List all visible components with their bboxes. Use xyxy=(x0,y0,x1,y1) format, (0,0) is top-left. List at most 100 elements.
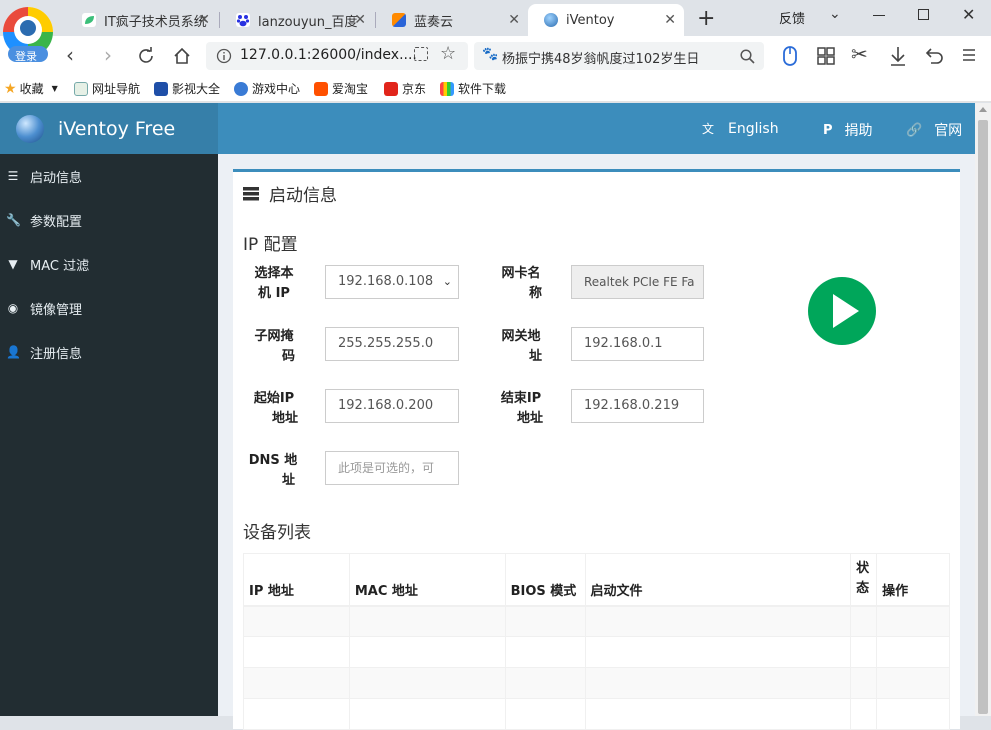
iventoy-globe-logo xyxy=(16,114,44,143)
menu-dropdown-icon[interactable]: ⌄ xyxy=(829,6,841,22)
bookmark-taobao[interactable]: 爱淘宝 xyxy=(314,80,368,97)
bookmark-software[interactable]: 软件下载 xyxy=(440,80,506,97)
brand-name: iVentoy Free xyxy=(58,117,176,140)
home-icon[interactable] xyxy=(172,46,192,66)
gateway-label: 网关地 址 xyxy=(491,327,551,367)
search-bar[interactable]: 🐾 杨振宁携48岁翁帆度过102岁生日 xyxy=(474,42,764,70)
nic-name-field: Realtek PCIe FE Fa xyxy=(571,265,704,299)
sidebar-item-boot-info[interactable]: ☰ 启动信息 xyxy=(0,154,218,198)
search-icon[interactable] xyxy=(740,49,755,64)
new-tab-button[interactable]: + xyxy=(697,6,715,31)
page-scrollbar[interactable] xyxy=(975,103,991,716)
label-line: DNS 地 xyxy=(248,453,298,468)
subnet-mask-input[interactable]: 255.255.255.0 xyxy=(325,327,459,361)
wrench-icon: 🔧 xyxy=(6,213,21,227)
english-link[interactable]: 文 English xyxy=(702,120,779,137)
undo-icon[interactable] xyxy=(925,47,945,65)
dns-input[interactable]: 此项是可选的，可 xyxy=(325,451,459,485)
bookmark-label: 收藏 xyxy=(19,82,44,96)
gateway-input[interactable]: 192.168.0.1 xyxy=(571,327,704,361)
tab-lanzou-cloud[interactable]: 蓝奏云 ✕ xyxy=(376,4,528,36)
dns-placeholder: 此项是可选的，可 xyxy=(338,461,435,475)
nav-icon xyxy=(74,81,88,96)
sidebar-item-label: 镜像管理 xyxy=(30,302,83,318)
nic-name-label: 网卡名 称 xyxy=(491,264,551,304)
close-tab-icon[interactable]: ✕ xyxy=(198,12,210,28)
label-line: 网关地 xyxy=(501,329,541,344)
reload-icon[interactable] xyxy=(137,47,155,65)
address-bar[interactable]: 127.0.0.1:26000/index.... ☆ xyxy=(206,42,468,70)
maximize-icon[interactable] xyxy=(918,9,929,20)
bookmark-label: 爱淘宝 xyxy=(332,82,369,96)
sidebar-item-mac-filter[interactable]: ▼ MAC 过滤 xyxy=(0,242,218,286)
close-tab-icon[interactable]: ✕ xyxy=(354,12,366,28)
software-icon xyxy=(440,81,454,96)
sidebar-item-image-mgmt[interactable]: ◉ 镜像管理 xyxy=(0,286,218,330)
donate-link[interactable]: P 捐助 xyxy=(823,120,873,140)
start-ip-input[interactable]: 192.168.0.200 xyxy=(325,389,459,423)
device-list-heading: 设备列表 xyxy=(243,523,311,543)
col-action-header: 操作 xyxy=(876,553,950,607)
close-tab-icon[interactable]: ✕ xyxy=(664,12,676,28)
scissors-icon[interactable]: ✂ xyxy=(851,42,868,66)
website-link[interactable]: 🔗 官网 xyxy=(906,120,962,140)
scrollbar-thumb[interactable] xyxy=(978,120,988,714)
sidebar-item-config[interactable]: 🔧 参数配置 xyxy=(0,198,218,242)
start-service-button[interactable] xyxy=(808,277,876,345)
end-ip-label: 结束IP 地址 xyxy=(491,389,551,429)
col-status-header: 状 态 xyxy=(850,553,878,607)
scrollbar-up-icon[interactable] xyxy=(979,107,987,112)
header-line: 状 xyxy=(856,560,870,576)
local-ip-select[interactable]: 192.168.0.108 ⌄ xyxy=(325,265,459,299)
forward-icon[interactable]: › xyxy=(104,43,112,67)
user-icon: 👤 xyxy=(6,345,21,359)
start-ip-label: 起始IP 地址 xyxy=(247,389,301,429)
subnet-mask-value: 255.255.255.0 xyxy=(338,336,434,351)
disc-icon: ◉ xyxy=(7,301,19,315)
star-icon[interactable]: ☆ xyxy=(440,43,456,64)
label-line: 子网掩 xyxy=(254,329,294,344)
close-tab-icon[interactable]: ✕ xyxy=(508,12,520,28)
profile-avatar[interactable]: 登录 xyxy=(2,4,54,64)
back-icon[interactable]: ‹ xyxy=(66,43,74,67)
url-text[interactable]: 127.0.0.1:26000/index.... xyxy=(240,47,417,63)
bookmark-favorites[interactable]: ★ 收藏 ▼ xyxy=(4,80,58,97)
link-icon: 🔗 xyxy=(906,122,923,138)
bookmark-jd[interactable]: 京东 xyxy=(384,80,426,97)
tab-label: IT疯子技术员系统 xyxy=(104,14,207,30)
screenshot-icon[interactable] xyxy=(414,47,428,61)
hamburger-menu-icon[interactable] xyxy=(962,48,976,62)
app-header: iVentoy Free 文 English P 捐助 🔗 官网 xyxy=(0,103,975,154)
sidebar-item-label: 注册信息 xyxy=(30,346,83,362)
bookmark-nav[interactable]: 网址导航 xyxy=(74,80,140,97)
bookmark-video[interactable]: 影视大全 xyxy=(154,80,220,97)
logo-area[interactable]: iVentoy Free xyxy=(0,103,218,154)
end-ip-input[interactable]: 192.168.0.219 xyxy=(571,389,704,423)
apps-grid-icon[interactable] xyxy=(817,47,835,65)
browser-tab-strip: 登录 IT疯子技术员系统 ✕ lanzouyun_百度 ✕ 蓝奏云 ✕ iVen… xyxy=(0,0,991,63)
lanzou-favicon-icon xyxy=(392,13,406,27)
main-content: 启动信息 IP 配置 选择本 机 IP 192.168.0.108 ⌄ 网卡名 … xyxy=(218,154,975,730)
label-line: 地址 xyxy=(516,411,543,426)
tab-label: iVentoy xyxy=(566,12,615,28)
tab-iventoy[interactable]: iVentoy ✕ xyxy=(528,4,684,36)
end-ip-value: 192.168.0.219 xyxy=(584,398,680,413)
close-window-icon[interactable]: ✕ xyxy=(962,5,975,24)
tab-lanzouyun-baidu[interactable]: lanzouyun_百度 ✕ xyxy=(220,4,374,36)
label-line: 称 xyxy=(528,286,542,301)
table-header-row: IP 地址 MAC 地址 BIOS 模式 启动文件 状 态 操作 xyxy=(243,553,950,607)
bookmark-games[interactable]: 游戏中心 xyxy=(234,80,300,97)
feedback-link[interactable]: 反馈 xyxy=(779,8,805,27)
col-ip-header: IP 地址 xyxy=(243,553,350,607)
search-suggestion-text[interactable]: 杨振宁携48岁翁帆度过102岁生日 xyxy=(502,48,699,67)
boot-info-panel: 启动信息 IP 配置 选择本 机 IP 192.168.0.108 ⌄ 网卡名 … xyxy=(233,169,960,730)
english-label: English xyxy=(728,120,779,137)
sidebar-item-registration[interactable]: 👤 注册信息 xyxy=(0,330,218,374)
sidebar-item-label: MAC 过滤 xyxy=(30,258,90,274)
tab-it-crazy[interactable]: IT疯子技术员系统 ✕ xyxy=(66,4,218,36)
bookmark-label: 影视大全 xyxy=(172,82,221,96)
minimize-icon[interactable] xyxy=(873,15,885,16)
download-icon[interactable] xyxy=(889,46,907,66)
game-icon xyxy=(234,81,248,96)
mouse-gesture-icon[interactable] xyxy=(782,46,798,66)
